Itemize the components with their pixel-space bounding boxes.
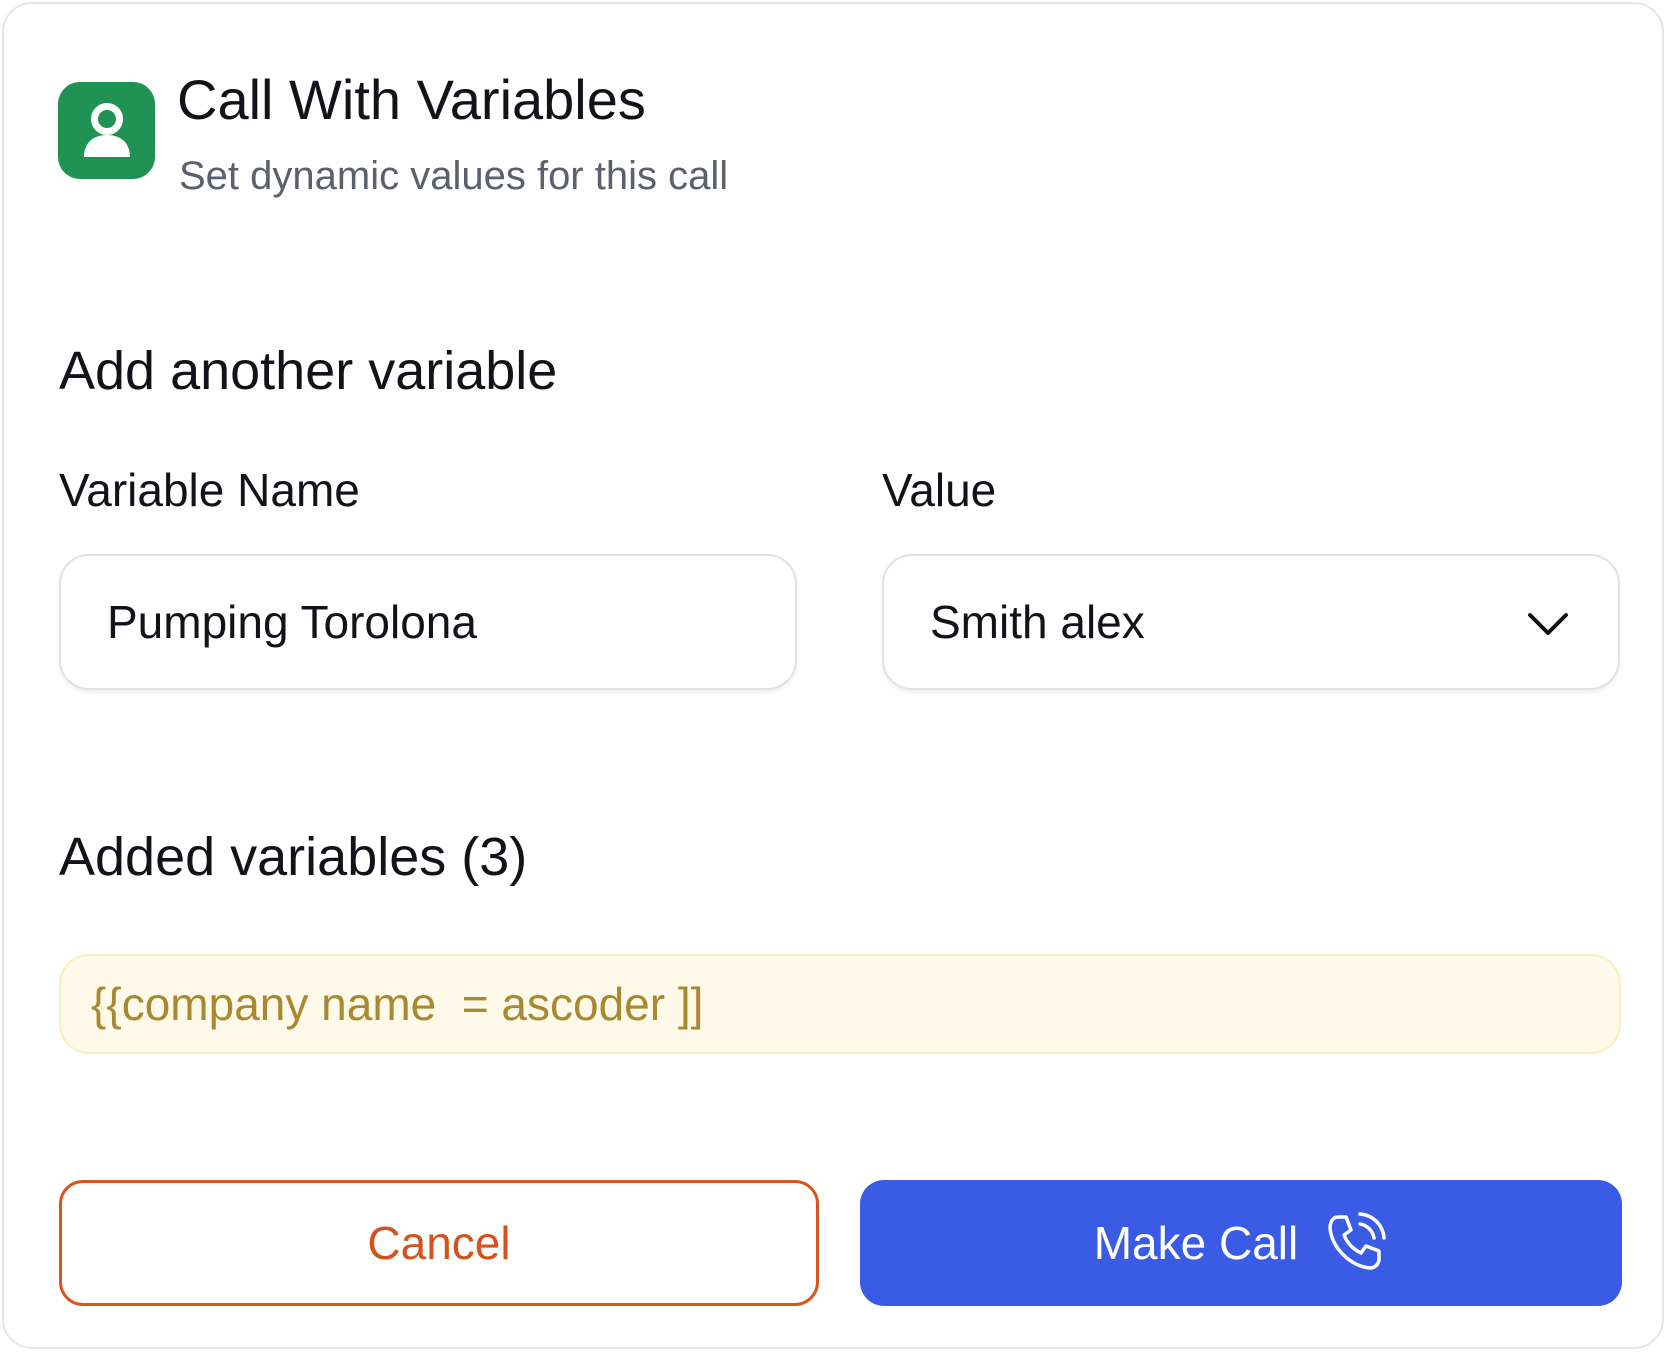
call-with-variables-dialog: Call With Variables Set dynamic values f… <box>2 2 1664 1349</box>
added-variables-heading: Added variables (3) <box>59 827 528 887</box>
phone-calling-icon <box>1322 1210 1388 1276</box>
user-icon <box>58 82 155 179</box>
dialog-subtitle: Set dynamic values for this call <box>179 154 729 198</box>
variable-name-input-value: Pumping Torolona <box>107 596 477 648</box>
make-call-button[interactable]: Make Call <box>860 1180 1622 1306</box>
dialog-title: Call With Variables <box>177 68 646 131</box>
make-call-button-label: Make Call <box>1093 1217 1299 1269</box>
added-variable-text: {{company name = ascoder ]] <box>91 978 704 1030</box>
variable-name-input[interactable]: Pumping Torolona <box>59 554 797 690</box>
value-label: Value <box>882 464 997 516</box>
add-variable-heading: Add another variable <box>59 341 558 401</box>
cancel-button[interactable]: Cancel <box>59 1180 819 1306</box>
chevron-down-icon[interactable] <box>1526 602 1570 646</box>
value-select-selected: Smith alex <box>930 596 1145 648</box>
variable-name-label: Variable Name <box>59 464 360 516</box>
cancel-button-label: Cancel <box>367 1217 511 1269</box>
added-variable-chip[interactable]: {{company name = ascoder ]] <box>59 954 1621 1054</box>
value-select[interactable]: Smith alex <box>882 554 1620 690</box>
